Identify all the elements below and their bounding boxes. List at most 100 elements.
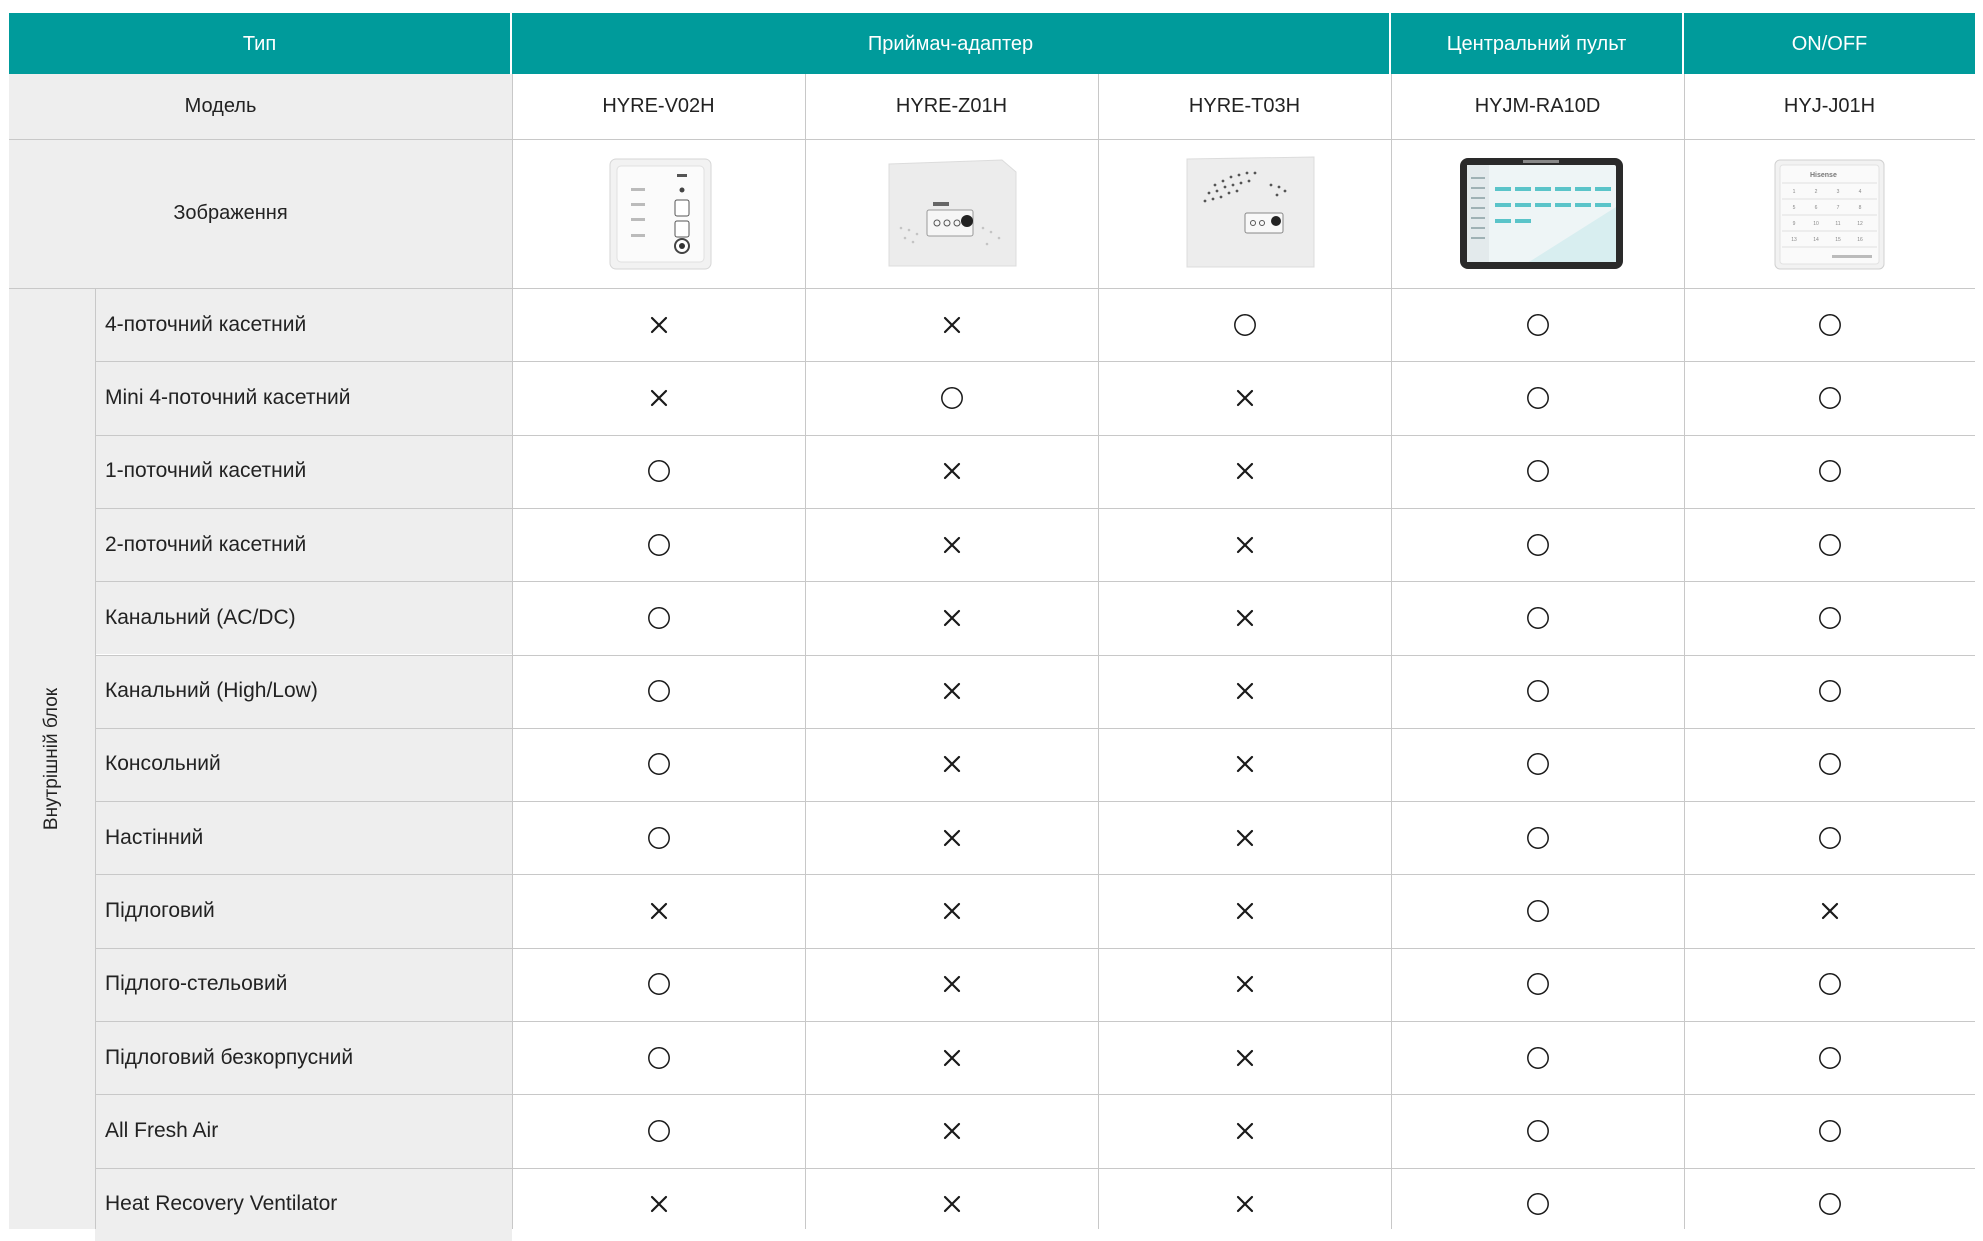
supported-circle-icon bbox=[1684, 655, 1975, 728]
svg-text:11: 11 bbox=[1835, 221, 1840, 227]
unsupported-cross-icon bbox=[805, 1094, 1098, 1167]
row-divider bbox=[95, 361, 1975, 363]
unsupported-cross-icon bbox=[512, 288, 805, 361]
supported-circle-icon bbox=[1684, 435, 1975, 508]
unsupported-cross-icon bbox=[1098, 728, 1391, 801]
supported-circle-icon bbox=[1391, 288, 1684, 361]
unsupported-cross-icon bbox=[512, 874, 805, 947]
supported-circle-icon bbox=[1391, 1021, 1684, 1094]
unsupported-cross-icon bbox=[512, 1168, 805, 1241]
unsupported-cross-icon bbox=[1684, 874, 1975, 947]
svg-text:14: 14 bbox=[1813, 237, 1819, 243]
row-label: 2-поточний касетний bbox=[95, 507, 512, 582]
supported-circle-icon bbox=[1391, 1094, 1684, 1167]
row-divider bbox=[95, 581, 1975, 583]
supported-circle-icon bbox=[512, 728, 805, 801]
svg-text:12: 12 bbox=[1857, 221, 1863, 227]
unsupported-cross-icon bbox=[805, 1021, 1098, 1094]
unsupported-cross-icon bbox=[805, 874, 1098, 947]
supported-circle-icon bbox=[1684, 1168, 1975, 1241]
unsupported-cross-icon bbox=[1098, 655, 1391, 728]
svg-text:9: 9 bbox=[1793, 221, 1796, 227]
supported-circle-icon bbox=[1391, 435, 1684, 508]
supported-circle-icon bbox=[1684, 361, 1975, 434]
unsupported-cross-icon bbox=[805, 435, 1098, 508]
supported-circle-icon bbox=[1684, 1094, 1975, 1167]
unsupported-cross-icon bbox=[1098, 948, 1391, 1021]
hyre-z01h-device-image bbox=[887, 158, 1018, 270]
hyre-t03h-device-image bbox=[1185, 155, 1316, 270]
row-label: 1-поточний касетний bbox=[95, 434, 512, 508]
image-row-label: Зображення bbox=[9, 139, 512, 288]
supported-circle-icon bbox=[1684, 581, 1975, 654]
supported-circle-icon bbox=[1684, 1021, 1975, 1094]
header-onoff-group: ON/OFF bbox=[1684, 13, 1975, 74]
row-divider bbox=[95, 1167, 1975, 1169]
supported-circle-icon bbox=[805, 361, 1098, 434]
supported-circle-icon bbox=[1391, 874, 1684, 947]
section-label-text: Внутрішній блок bbox=[41, 687, 62, 830]
supported-circle-icon bbox=[1391, 801, 1684, 874]
unsupported-cross-icon bbox=[1098, 361, 1391, 434]
svg-text:4: 4 bbox=[1859, 189, 1862, 195]
row-label: Консольний bbox=[95, 727, 512, 802]
unsupported-cross-icon bbox=[1098, 581, 1391, 654]
svg-text:15: 15 bbox=[1835, 237, 1841, 243]
header-type: Тип bbox=[9, 13, 512, 74]
supported-circle-icon bbox=[1684, 801, 1975, 874]
compatibility-table: Тип Приймач-адаптер Центральний пульт ON… bbox=[9, 13, 1975, 1241]
supported-circle-icon bbox=[1391, 1168, 1684, 1241]
row-divider bbox=[95, 1094, 1975, 1096]
column-divider bbox=[95, 288, 96, 1229]
unsupported-cross-icon bbox=[512, 361, 805, 434]
row-label: Підлоговий bbox=[95, 874, 512, 948]
row-label: Підлоговий безкорпусний bbox=[95, 1021, 512, 1095]
supported-circle-icon bbox=[512, 581, 805, 654]
supported-circle-icon bbox=[1391, 948, 1684, 1021]
svg-text:7: 7 bbox=[1837, 205, 1840, 211]
column-divider bbox=[805, 74, 806, 1229]
unsupported-cross-icon bbox=[805, 801, 1098, 874]
unsupported-cross-icon bbox=[805, 581, 1098, 654]
model-name: HYRE-T03H bbox=[1188, 95, 1301, 117]
supported-circle-icon bbox=[1098, 288, 1391, 361]
unsupported-cross-icon bbox=[805, 728, 1098, 801]
model-name: HYRE-Z01H bbox=[895, 95, 1008, 117]
row-divider bbox=[9, 288, 1975, 289]
header-central-group: Центральний пульт bbox=[1391, 13, 1684, 74]
model-name: HYRE-V02H bbox=[602, 95, 715, 117]
section-label: Внутрішній блок bbox=[9, 288, 95, 1229]
column-divider bbox=[1098, 74, 1099, 1229]
hyre-v02h-device-image bbox=[609, 158, 712, 270]
unsupported-cross-icon bbox=[1098, 435, 1391, 508]
model-row-label: Модель bbox=[9, 74, 512, 139]
hyj-j01h-keypad-image: Hisense 1234 5678 9 10 11 12 13 14 15 16 bbox=[1774, 159, 1885, 270]
supported-circle-icon bbox=[1684, 288, 1975, 361]
svg-text:16: 16 bbox=[1857, 237, 1863, 243]
svg-text:2: 2 bbox=[1815, 189, 1818, 195]
row-label: Настінний bbox=[95, 801, 512, 875]
column-divider bbox=[1391, 74, 1392, 1229]
supported-circle-icon bbox=[1391, 728, 1684, 801]
row-divider bbox=[95, 801, 1975, 803]
row-divider bbox=[95, 874, 1975, 876]
supported-circle-icon bbox=[512, 508, 805, 581]
row-label: Heat Recovery Ventilator bbox=[95, 1167, 512, 1241]
supported-circle-icon bbox=[512, 801, 805, 874]
row-label: All Fresh Air bbox=[95, 1094, 512, 1168]
row-label: Канальний (AC/DC) bbox=[95, 581, 512, 655]
supported-circle-icon bbox=[1391, 508, 1684, 581]
svg-text:6: 6 bbox=[1815, 205, 1818, 211]
supported-circle-icon bbox=[1391, 361, 1684, 434]
svg-text:13: 13 bbox=[1791, 237, 1797, 243]
row-label: 4-поточний касетний bbox=[95, 288, 512, 362]
hyjm-ra10d-touch-panel-image bbox=[1459, 157, 1624, 270]
svg-text:8: 8 bbox=[1859, 205, 1862, 211]
row-divider bbox=[95, 654, 1975, 656]
row-divider bbox=[95, 434, 1975, 436]
column-divider bbox=[512, 74, 513, 1229]
row-divider bbox=[9, 139, 1975, 140]
supported-circle-icon bbox=[1391, 581, 1684, 654]
unsupported-cross-icon bbox=[805, 948, 1098, 1021]
unsupported-cross-icon bbox=[1098, 801, 1391, 874]
